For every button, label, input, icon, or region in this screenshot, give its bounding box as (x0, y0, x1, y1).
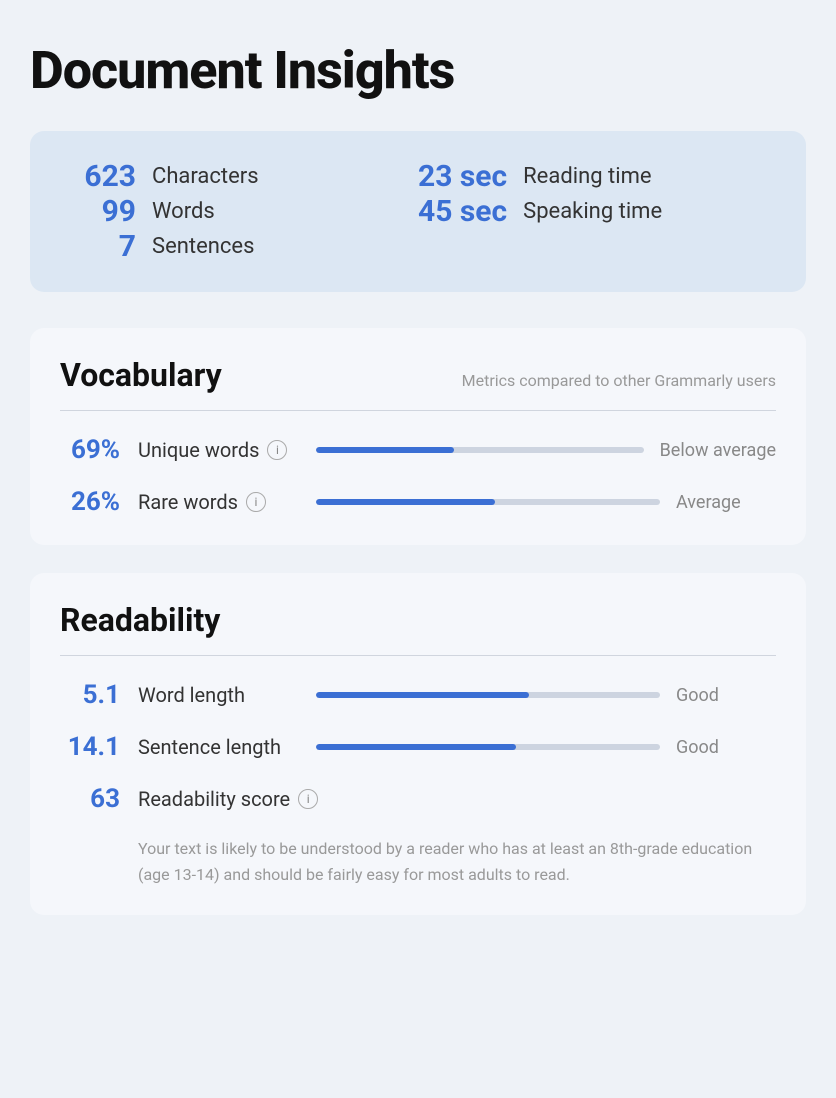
metric-value-sentence-length: 14.1 (60, 732, 120, 762)
stats-card: 623 Characters 99 Words 7 Sentences 23 s… (30, 131, 806, 292)
readability-title: Readability (60, 601, 220, 639)
vocabulary-title: Vocabulary (60, 356, 222, 394)
readability-score-info-icon[interactable]: i (298, 789, 318, 809)
unique-words-info-icon[interactable]: i (267, 440, 287, 460)
rare-words-progress-track (316, 499, 660, 505)
vocabulary-subtitle: Metrics compared to other Grammarly user… (462, 371, 776, 390)
vocabulary-header: Vocabulary Metrics compared to other Gra… (60, 356, 776, 394)
metric-label-rare-words: Rare words i (138, 490, 298, 514)
stat-value-speaking-time: 45 sec (418, 194, 507, 229)
stat-row-characters: 623 Characters (66, 159, 418, 194)
rare-words-info-icon[interactable]: i (246, 492, 266, 512)
metric-label-unique-words: Unique words i (138, 438, 298, 462)
stat-label-words: Words (152, 199, 215, 224)
readability-divider (60, 655, 776, 656)
word-length-bar-area: Good (316, 685, 776, 706)
metric-label-sentence-length: Sentence length (138, 735, 298, 759)
metric-value-unique-words: 69% (60, 435, 120, 465)
metric-row-rare-words: 26% Rare words i Average (60, 487, 776, 517)
stats-right-column: 23 sec Reading time 45 sec Speaking time (418, 159, 770, 264)
word-length-rating: Good (676, 685, 776, 706)
vocabulary-divider (60, 410, 776, 411)
unique-words-rating: Below average (660, 440, 776, 461)
stats-left-column: 623 Characters 99 Words 7 Sentences (66, 159, 418, 264)
sentence-length-progress-track (316, 744, 660, 750)
readability-description: Your text is likely to be understood by … (60, 836, 776, 887)
word-length-progress-fill (316, 692, 529, 698)
metric-row-sentence-length: 14.1 Sentence length Good (60, 732, 776, 762)
rare-words-rating: Average (676, 492, 776, 513)
word-length-progress-track (316, 692, 660, 698)
unique-words-progress-track (316, 447, 644, 453)
stat-value-sentences: 7 (66, 229, 136, 264)
stat-row-reading-time: 23 sec Reading time (418, 159, 770, 194)
stat-label-characters: Characters (152, 164, 259, 189)
page-title: Document Insights (30, 40, 806, 101)
stat-value-words: 99 (66, 194, 136, 229)
metric-value-readability-score: 63 (60, 784, 120, 814)
metric-value-rare-words: 26% (60, 487, 120, 517)
metric-label-word-length: Word length (138, 683, 298, 707)
stat-row-speaking-time: 45 sec Speaking time (418, 194, 770, 229)
metric-row-unique-words: 69% Unique words i Below average (60, 435, 776, 465)
sentence-length-progress-fill (316, 744, 516, 750)
metric-value-word-length: 5.1 (60, 680, 120, 710)
stat-row-words: 99 Words (66, 194, 418, 229)
sentence-length-rating: Good (676, 737, 776, 758)
sentence-length-bar-area: Good (316, 737, 776, 758)
readability-header: Readability (60, 601, 776, 639)
rare-words-progress-fill (316, 499, 495, 505)
rare-words-bar-area: Average (316, 492, 776, 513)
readability-section: Readability 5.1 Word length Good 14.1 Se… (30, 573, 806, 915)
metric-row-word-length: 5.1 Word length Good (60, 680, 776, 710)
metric-label-readability-score: Readability score i (138, 787, 318, 811)
stat-value-characters: 623 (66, 159, 136, 194)
stat-label-sentences: Sentences (152, 234, 254, 259)
unique-words-progress-fill (316, 447, 454, 453)
metric-row-readability-score: 63 Readability score i (60, 784, 776, 814)
unique-words-bar-area: Below average (316, 440, 776, 461)
stat-row-sentences: 7 Sentences (66, 229, 418, 264)
stat-label-reading-time: Reading time (523, 164, 651, 189)
vocabulary-section: Vocabulary Metrics compared to other Gra… (30, 328, 806, 545)
stat-label-speaking-time: Speaking time (523, 199, 662, 224)
stat-value-reading-time: 23 sec (418, 159, 507, 194)
